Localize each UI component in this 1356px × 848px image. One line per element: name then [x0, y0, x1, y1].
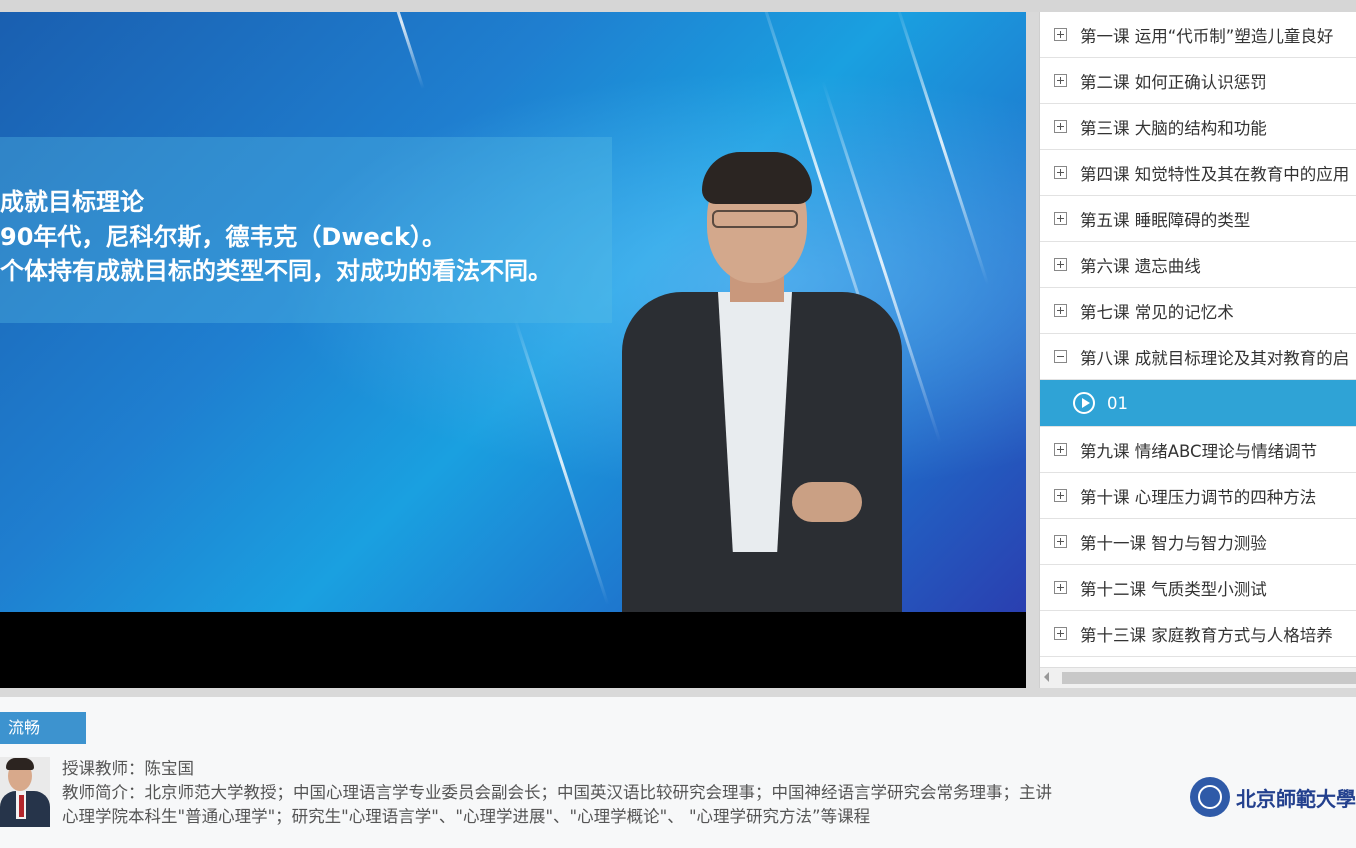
lesson-label: 第十一课 智力与智力测验: [1080, 533, 1267, 553]
teacher-info: 授课教师：陈宝国 教师简介：北京师范大学教授；中国心理语言学专业委员会副会长；中…: [62, 757, 1052, 829]
lesson-item-1[interactable]: 第一课 运用“代币制”塑造儿童良好: [1040, 12, 1356, 58]
lesson-label: 第十三课 家庭教育方式与人格培养: [1080, 625, 1333, 645]
expand-plus-icon[interactable]: [1054, 28, 1067, 41]
lesson-item-13[interactable]: 第十三课 家庭教育方式与人格培养: [1040, 611, 1356, 657]
lesson-list[interactable]: 第一课 运用“代币制”塑造儿童良好 第二课 如何正确认识惩罚 第三课 大脑的结构…: [1039, 12, 1356, 688]
expand-plus-icon[interactable]: [1054, 627, 1067, 640]
lesson-label: 第八课 成就目标理论及其对教育的启: [1080, 348, 1350, 368]
scroll-left-icon[interactable]: [1044, 672, 1049, 682]
lesson-item-11[interactable]: 第十一课 智力与智力测验: [1040, 519, 1356, 565]
teacher-intro: 教师简介：北京师范大学教授；中国心理语言学专业委员会副会长；中国英汉语比较研究会…: [62, 783, 1052, 826]
logo-text: 北京師範大學: [1236, 786, 1356, 811]
video-player[interactable]: 成就目标理论 90年代，尼科尔斯，德韦克（Dweck）。 个体持有成就目标的类型…: [0, 12, 1026, 688]
expand-plus-icon[interactable]: [1054, 443, 1067, 456]
lesson-label: 第二课 如何正确认识惩罚: [1080, 72, 1267, 92]
lesson-item-3[interactable]: 第三课 大脑的结构和功能: [1040, 104, 1356, 150]
video-frame[interactable]: 成就目标理论 90年代，尼科尔斯，德韦克（Dweck）。 个体持有成就目标的类型…: [0, 12, 1026, 612]
collapse-minus-icon[interactable]: [1054, 350, 1067, 363]
lesson-item-10[interactable]: 第十课 心理压力调节的四种方法: [1040, 473, 1356, 519]
university-seal-icon: [1190, 777, 1230, 817]
lesson-label: 第一课 运用“代币制”塑造儿童良好: [1080, 26, 1334, 46]
scrollbar-thumb[interactable]: [1062, 672, 1356, 684]
lesson-label: 第四课 知觉特性及其在教育中的应用: [1080, 164, 1350, 184]
university-logo: 北京師範大學 网络: [1190, 775, 1356, 819]
expand-plus-icon[interactable]: [1054, 120, 1067, 133]
lesson-item-9[interactable]: 第九课 情绪ABC理论与情绪调节: [1040, 427, 1356, 473]
expand-plus-icon[interactable]: [1054, 74, 1067, 87]
slide-line-2: 90年代，尼科尔斯，德韦克（Dweck）。: [0, 223, 446, 251]
teacher-name: 授课教师：陈宝国: [62, 759, 194, 778]
slide-line-3: 个体持有成就目标的类型不同，对成功的看法不同。: [0, 257, 552, 285]
expand-plus-icon[interactable]: [1054, 489, 1067, 502]
course-info-panel: 流畅 授课教师：陈宝国 教师简介：北京师范大学教授；中国心理语言学专业委员会副会…: [0, 697, 1356, 848]
lesson-item-4[interactable]: 第四课 知觉特性及其在教育中的应用: [1040, 150, 1356, 196]
lesson-item-6[interactable]: 第六课 遗忘曲线: [1040, 242, 1356, 288]
lesson-item-2[interactable]: 第二课 如何正确认识惩罚: [1040, 58, 1356, 104]
expand-plus-icon[interactable]: [1054, 212, 1067, 225]
expand-plus-icon[interactable]: [1054, 535, 1067, 548]
slide-text-panel: 成就目标理论 90年代，尼科尔斯，德韦克（Dweck）。 个体持有成就目标的类型…: [0, 137, 612, 323]
video-letterbox: [0, 612, 1026, 688]
quality-tab[interactable]: 流畅: [0, 712, 86, 744]
presenter-figure: [612, 152, 912, 612]
slide-title: 成就目标理论: [0, 188, 144, 216]
lesson-label: 第六课 遗忘曲线: [1080, 256, 1201, 276]
lesson-label: 第三课 大脑的结构和功能: [1080, 118, 1267, 138]
expand-plus-icon[interactable]: [1054, 166, 1067, 179]
lesson-label: 第十二课 气质类型小测试: [1080, 579, 1267, 599]
top-strip: [0, 0, 1356, 12]
lesson-label: 第五课 睡眠障碍的类型: [1080, 210, 1251, 230]
expand-plus-icon[interactable]: [1054, 304, 1067, 317]
expand-plus-icon[interactable]: [1054, 258, 1067, 271]
lesson-label: 第九课 情绪ABC理论与情绪调节: [1080, 441, 1318, 461]
sub-lesson-label: 01: [1107, 393, 1128, 413]
lesson-item-5[interactable]: 第五课 睡眠障碍的类型: [1040, 196, 1356, 242]
sub-lesson-active[interactable]: 01: [1040, 380, 1356, 427]
lesson-label: 第十课 心理压力调节的四种方法: [1080, 487, 1317, 507]
horizontal-scrollbar[interactable]: [1040, 667, 1356, 688]
expand-plus-icon[interactable]: [1054, 581, 1067, 594]
play-circle-icon: [1073, 392, 1095, 414]
teacher-avatar: [0, 757, 50, 827]
lesson-label: 第七课 常见的记忆术: [1080, 302, 1234, 322]
lesson-item-8[interactable]: 第八课 成就目标理论及其对教育的启: [1040, 334, 1356, 380]
lesson-item-7[interactable]: 第七课 常见的记忆术: [1040, 288, 1356, 334]
lesson-item-12[interactable]: 第十二课 气质类型小测试: [1040, 565, 1356, 611]
